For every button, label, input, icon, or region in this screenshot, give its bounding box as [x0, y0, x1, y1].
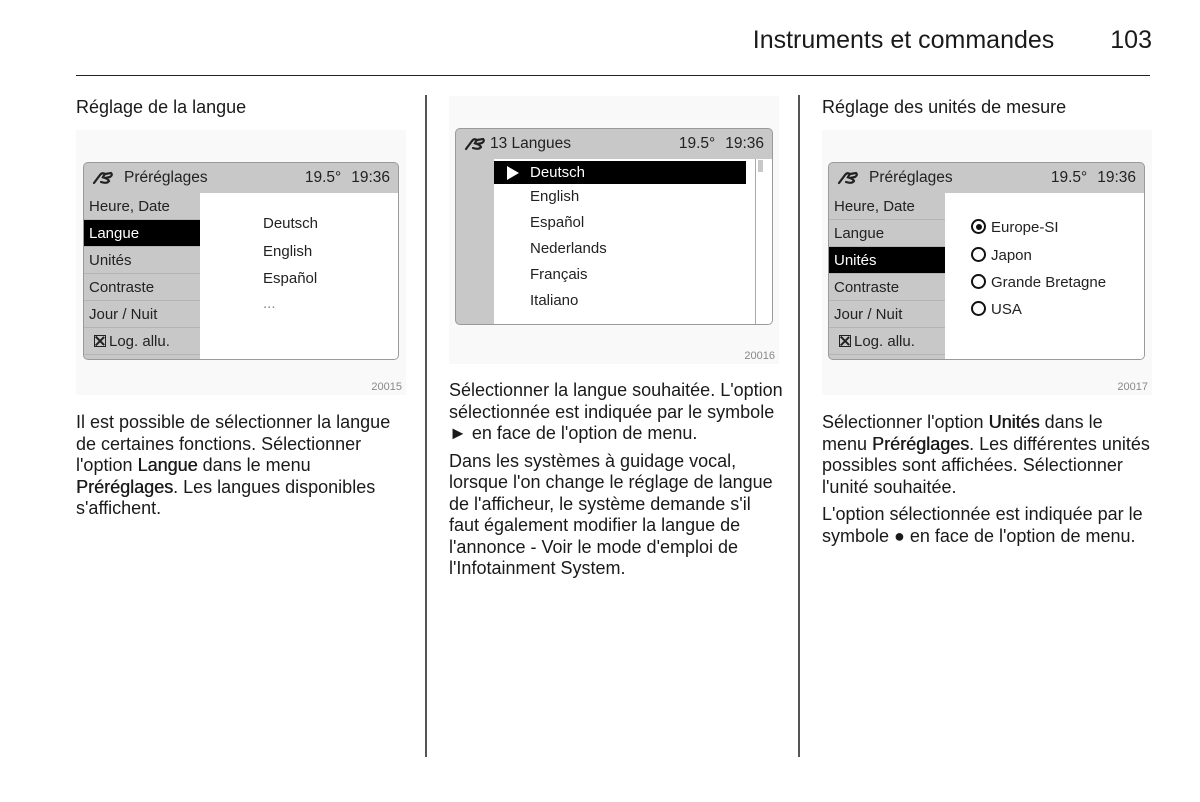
menu-item-log-allu[interactable]: Log. allu.: [84, 328, 200, 355]
selected-play-icon: [507, 166, 519, 180]
options-panel: Deutsch English Español ...: [200, 193, 398, 359]
settings-menu: Heure, Date Langue Unités Contraste Jour…: [829, 193, 951, 355]
radio-selected-icon[interactable]: [971, 219, 986, 234]
menu-item-label: Log. allu.: [109, 333, 170, 350]
menu-item-day-night[interactable]: Jour / Nuit: [829, 301, 945, 328]
paragraph: Dans les systèmes à guidage vocal, lorsq…: [449, 451, 784, 580]
text-run: dans le menu: [197, 455, 311, 475]
language-item-english[interactable]: English: [494, 184, 756, 210]
figure-language-list: 13 Langues 19.5° 19:36 Deutsch English E…: [449, 96, 779, 364]
scrollbar-thumb[interactable]: [758, 160, 763, 172]
unit-label: USA: [991, 301, 1022, 318]
screen-title: 13 Langues: [490, 135, 572, 152]
emphasis-term: Unités: [988, 412, 1040, 432]
column-divider: [425, 95, 427, 757]
option-espanol[interactable]: Español: [263, 270, 317, 287]
column-1-text: Il est possible de sélectionner la langu…: [76, 412, 411, 526]
menu-item-units[interactable]: Unités: [84, 247, 200, 274]
text-run: Sélectionner l'option: [822, 412, 989, 432]
option-english[interactable]: English: [263, 243, 312, 260]
language-list: Deutsch English Español Nederlands Franç…: [494, 159, 756, 324]
column-3-text: Sélectionner l'option Unités dans le men…: [822, 412, 1152, 553]
paragraph: L'option sélectionnée est indiquée par l…: [822, 504, 1152, 547]
page-header: Instruments et commandes 103: [753, 26, 1152, 55]
menu-item-language[interactable]: Langue: [829, 220, 945, 247]
unit-label: Europe-SI: [991, 219, 1059, 236]
screen-title: Préréglages: [124, 169, 208, 186]
settings-wrench-icon: [837, 171, 858, 185]
radio-empty-icon[interactable]: [971, 301, 986, 316]
unit-label: Japon: [991, 247, 1032, 264]
display-screen: Préréglages 19.5° 19:36 Heure, Date Lang…: [83, 162, 399, 360]
figure-id: 20015: [371, 381, 402, 393]
unit-option-grande-bretagne[interactable]: Grande Bretagne: [971, 274, 1106, 291]
menu-item-log-allu[interactable]: Log. allu.: [829, 328, 945, 355]
radio-empty-icon[interactable]: [971, 247, 986, 262]
screen-title-bar: 13 Langues 19.5° 19:36: [456, 129, 772, 159]
paragraph: Sélectionner l'option Unités dans le men…: [822, 412, 1152, 498]
temperature: 19.5°: [678, 135, 716, 152]
language-item-nederlands[interactable]: Nederlands: [494, 236, 756, 262]
emphasis-term: Préréglages: [872, 433, 970, 454]
options-panel: Europe-SI Japon Grande Bretagne USA: [945, 193, 1144, 359]
settings-wrench-icon: [464, 137, 485, 151]
language-item-deutsch[interactable]: Deutsch: [494, 161, 746, 184]
text-run: L'option sélectionnée est indiquée par l…: [822, 504, 1143, 546]
text-run: Sélectionner la langue souhaitée. L'opti…: [449, 380, 783, 443]
option-more[interactable]: ...: [263, 295, 276, 312]
screen-title: Préréglages: [869, 169, 953, 186]
page-number: 103: [1110, 26, 1152, 54]
language-item-espanol[interactable]: Español: [494, 210, 756, 236]
heading-units-setting: Réglage des unités de mesure: [822, 97, 1067, 117]
unit-option-usa[interactable]: USA: [971, 301, 1022, 318]
unit-option-europe-si[interactable]: Europe-SI: [971, 219, 1059, 236]
menu-item-time-date[interactable]: Heure, Date: [829, 193, 945, 220]
menu-item-contrast[interactable]: Contraste: [829, 274, 945, 301]
figure-id: 20017: [1117, 381, 1148, 393]
unit-option-japon[interactable]: Japon: [971, 247, 1032, 264]
column-divider: [798, 95, 800, 757]
settings-menu: Heure, Date Langue Unités Contraste Jour…: [84, 193, 206, 355]
display-screen: 13 Langues 19.5° 19:36 Deutsch English E…: [455, 128, 773, 325]
radio-empty-icon[interactable]: [971, 274, 986, 289]
menu-item-time-date[interactable]: Heure, Date: [84, 193, 200, 220]
clock: 19:36: [725, 135, 764, 152]
display-screen: Préréglages 19.5° 19:36 Heure, Date Lang…: [828, 162, 1145, 360]
checkbox-checked-icon[interactable]: [839, 335, 851, 347]
figure-id: 20016: [744, 350, 775, 362]
screen-title-bar: Préréglages 19.5° 19:36: [829, 163, 1144, 193]
checkbox-checked-icon[interactable]: [94, 335, 106, 347]
language-item-italiano[interactable]: Italiano: [494, 288, 756, 314]
menu-item-contrast[interactable]: Contraste: [84, 274, 200, 301]
language-item-francais[interactable]: Français: [494, 262, 756, 288]
clock: 19:36: [1097, 169, 1136, 186]
scrollbar[interactable]: [755, 159, 772, 324]
unit-label: Grande Bretagne: [991, 274, 1107, 291]
emphasis-term: Langue: [137, 455, 198, 475]
settings-wrench-icon: [92, 171, 113, 185]
text-run: Dans les systèmes à guidage vocal, lorsq…: [449, 450, 773, 579]
emphasis-term: Préréglages: [76, 476, 174, 497]
menu-item-units[interactable]: Unités: [829, 247, 951, 274]
section-title: Instruments et commandes: [752, 26, 1055, 54]
figure-language-menu: Préréglages 19.5° 19:36 Heure, Date Lang…: [76, 130, 406, 395]
figure-units-menu: Préréglages 19.5° 19:36 Heure, Date Lang…: [822, 130, 1152, 395]
menu-item-language[interactable]: Langue: [84, 220, 206, 247]
screen-title-bar: Préréglages 19.5° 19:36: [84, 163, 398, 193]
language-label: Deutsch: [530, 164, 586, 181]
temperature: 19.5°: [304, 169, 342, 186]
menu-item-day-night[interactable]: Jour / Nuit: [84, 301, 200, 328]
temperature: 19.5°: [1050, 169, 1088, 186]
heading-language-setting: Réglage de la langue: [76, 97, 247, 117]
header-rule: [76, 75, 1150, 76]
option-deutsch[interactable]: Deutsch: [263, 215, 318, 232]
paragraph: Sélectionner la langue souhaitée. L'opti…: [449, 380, 784, 445]
clock: 19:36: [351, 169, 390, 186]
paragraph: Il est possible de sélectionner la langu…: [76, 412, 411, 520]
column-2-text: Sélectionner la langue souhaitée. L'opti…: [449, 380, 784, 586]
menu-item-label: Log. allu.: [854, 333, 915, 350]
